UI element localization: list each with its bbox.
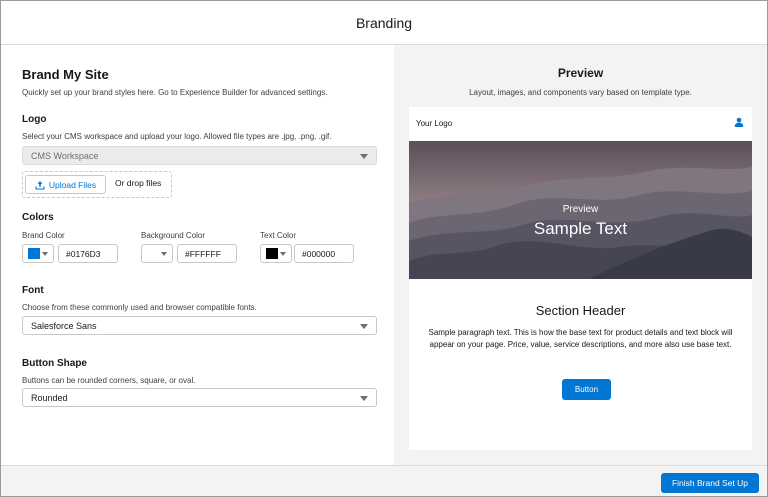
chevron-down-icon (42, 252, 48, 256)
branding-modal: Branding Brand My Site Quickly set up yo… (0, 0, 768, 497)
section-header: Section Header (535, 303, 626, 318)
button-shape-select[interactable]: Rounded (22, 388, 377, 407)
button-shape-value: Rounded (31, 392, 68, 403)
hero-sample-text: Sample Text (533, 219, 628, 238)
logo-dropzone[interactable]: Upload Files Or drop files (22, 171, 172, 198)
modal-header: Branding (1, 1, 767, 45)
preview-panel: Preview Layout, images, and components v… (394, 45, 767, 465)
brand-color-label: Brand Color (22, 231, 65, 240)
user-icon (734, 117, 744, 127)
colors-heading: Colors (22, 212, 54, 223)
preview-card: Your Logo Preview Sample Text Section He… (409, 107, 752, 450)
finish-brand-setup-button[interactable]: Finish Brand Set Up (661, 473, 759, 493)
brand-settings-panel: Brand My Site Quickly set up your brand … (1, 45, 394, 465)
drop-files-label: Or drop files (115, 178, 162, 188)
sample-paragraph: Sample paragraph text. This is how the b… (428, 328, 733, 349)
font-help-text: Choose from these commonly used and brow… (22, 303, 257, 312)
preview-title: Preview (557, 66, 604, 80)
brand-color-input[interactable]: #0176D3 (58, 244, 118, 263)
upload-files-button[interactable]: Upload Files (25, 175, 106, 194)
text-color-label: Text Color (260, 231, 297, 240)
brand-my-site-subtitle: Quickly set up your brand styles here. G… (22, 88, 328, 97)
chevron-down-icon (360, 324, 368, 329)
font-select-value: Salesforce Sans (31, 320, 97, 331)
chevron-down-icon (360, 396, 368, 401)
text-color-swatch (266, 248, 278, 259)
text-color-input[interactable]: #000000 (294, 244, 354, 263)
chevron-down-icon (280, 252, 286, 256)
preview-button[interactable]: Button (562, 379, 611, 400)
brand-my-site-title: Brand My Site (22, 67, 109, 82)
modal-footer: Finish Brand Set Up (1, 465, 767, 496)
preview-logo-text: Your Logo (416, 119, 453, 128)
modal-title: Branding (355, 14, 413, 31)
background-color-label: Background Color (141, 231, 206, 240)
text-color-picker[interactable] (260, 244, 292, 263)
preview-hero-image: Preview Sample Text (409, 141, 752, 279)
hero-preview-label: Preview (562, 204, 599, 215)
background-color-swatch (147, 248, 159, 259)
upload-files-label: Upload Files (48, 179, 97, 190)
font-select[interactable]: Salesforce Sans (22, 316, 377, 335)
upload-icon (35, 180, 45, 190)
cms-workspace-value: CMS Workspace (31, 150, 99, 161)
font-heading: Font (22, 285, 44, 296)
chevron-down-icon (360, 154, 368, 159)
chevron-down-icon (161, 252, 167, 256)
background-color-picker[interactable] (141, 244, 173, 263)
logo-heading: Logo (22, 114, 47, 125)
logo-help-text: Select your CMS workspace and upload you… (22, 132, 332, 141)
preview-subtitle: Layout, images, and components vary base… (469, 88, 692, 97)
cms-workspace-select[interactable]: CMS Workspace (22, 146, 377, 165)
brand-color-picker[interactable] (22, 244, 54, 263)
button-shape-help-text: Buttons can be rounded corners, square, … (22, 376, 196, 385)
background-color-input[interactable]: #FFFFFF (177, 244, 237, 263)
brand-color-swatch (28, 248, 40, 259)
button-shape-heading: Button Shape (22, 358, 87, 369)
